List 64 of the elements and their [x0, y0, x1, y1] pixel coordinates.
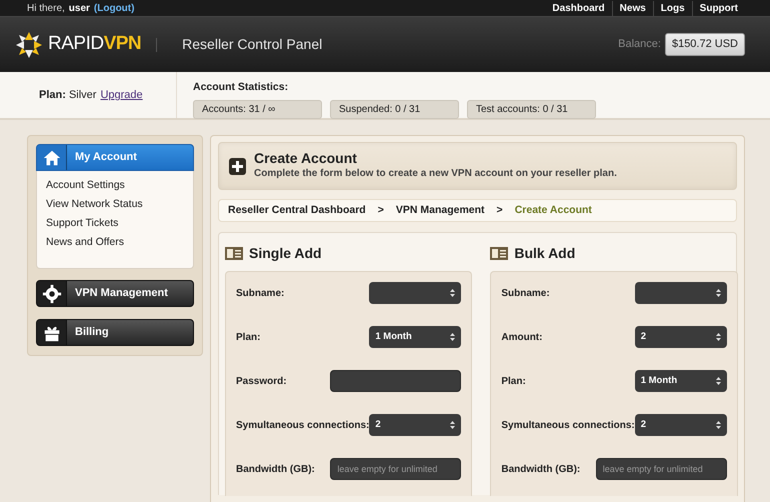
page-subtitle: Complete the form below to create a new VPN account on your reseller plan.	[254, 167, 617, 181]
upgrade-link[interactable]: Upgrade	[100, 86, 143, 104]
dropdown[interactable]	[634, 282, 727, 304]
dropdown[interactable]: 2	[634, 414, 727, 436]
input-field[interactable]: leave empty for unlimited	[330, 458, 462, 480]
page-title: Create Account	[254, 151, 358, 166]
breadcrumb-separator: >	[378, 202, 384, 218]
nav-link[interactable]: Support	[692, 0, 745, 16]
field-label: Amount:	[501, 331, 542, 345]
nav-link[interactable]: Dashboard	[545, 0, 612, 16]
panel-title: Reseller Control Panel	[182, 35, 322, 54]
field-label: Plan:	[501, 375, 526, 389]
dropdown-arrows-icon	[450, 289, 456, 297]
dropdown-arrows-icon	[450, 333, 456, 341]
nav-link[interactable]: News	[612, 0, 653, 16]
input-field[interactable]: leave empty for unlimited	[596, 458, 727, 480]
field-label: Subname:	[236, 287, 284, 301]
logo-text: RAPIDVPN	[48, 32, 142, 56]
field-label: Plan:	[236, 331, 260, 345]
field-label: Symultaneous connections:	[501, 419, 635, 433]
dropdown[interactable]: 1 Month	[369, 326, 462, 348]
submenu-link[interactable]: Support Tickets	[46, 214, 184, 233]
submenu-link[interactable]: News and Offers	[46, 233, 184, 252]
field-label: Password:	[236, 375, 287, 389]
dropdown-arrows-icon	[716, 377, 721, 385]
sidebar-section-button[interactable]: Billing	[36, 319, 194, 346]
dropdown-arrows-icon	[450, 421, 456, 429]
balance-value: $150.72 USD	[664, 33, 745, 56]
dropdown[interactable]	[369, 282, 462, 304]
breadcrumb-link[interactable]: Create Account	[514, 202, 592, 218]
breadcrumb-separator: >	[496, 202, 503, 218]
dropdown-arrows-icon	[716, 421, 721, 429]
input-field[interactable]	[330, 370, 462, 392]
greeting-text: Hi there,	[27, 2, 65, 16]
logout-link[interactable]: (Logout)	[94, 0, 134, 16]
logo-icon	[14, 30, 44, 60]
username: user	[68, 2, 90, 16]
balance-label: Balance:	[618, 37, 661, 52]
stat-pill: Accounts: 31 / ∞	[193, 100, 322, 119]
plus-icon	[229, 158, 246, 174]
field-label: Symultaneous connections:	[236, 419, 370, 433]
stat-pill: Suspended: 0 / 31	[330, 100, 459, 119]
dropdown[interactable]: 2	[369, 414, 462, 436]
dropdown[interactable]: 2	[634, 326, 727, 348]
contact-card-icon	[225, 246, 243, 260]
contact-card-icon	[490, 246, 508, 260]
sidebar-section-button[interactable]: VPN Management	[36, 280, 194, 307]
sidebar-section-button[interactable]: My Account	[36, 144, 194, 171]
field-label: Subname:	[501, 287, 550, 301]
dropdown-arrows-icon	[716, 333, 721, 341]
field-label: Bandwidth (GB):	[501, 463, 580, 477]
form-title: Bulk Add	[514, 244, 576, 262]
submenu-link[interactable]: Account Settings	[46, 176, 184, 195]
dropdown-arrows-icon	[716, 289, 721, 297]
breadcrumb-link[interactable]: VPN Management	[396, 202, 485, 218]
nav-link[interactable]: Logs	[652, 0, 692, 16]
submenu-link[interactable]: View Network Status	[46, 195, 184, 214]
breadcrumb-link[interactable]: Reseller Central Dashboard	[228, 202, 366, 218]
stats-title: Account Statistics:	[193, 80, 290, 95]
field-label: Bandwidth (GB):	[236, 463, 315, 477]
dropdown[interactable]: 1 Month	[634, 370, 727, 392]
plan-text: Plan: Silver	[39, 88, 96, 103]
form-title: Single Add	[249, 244, 322, 263]
stat-pill: Test accounts: 0 / 31	[467, 100, 596, 119]
